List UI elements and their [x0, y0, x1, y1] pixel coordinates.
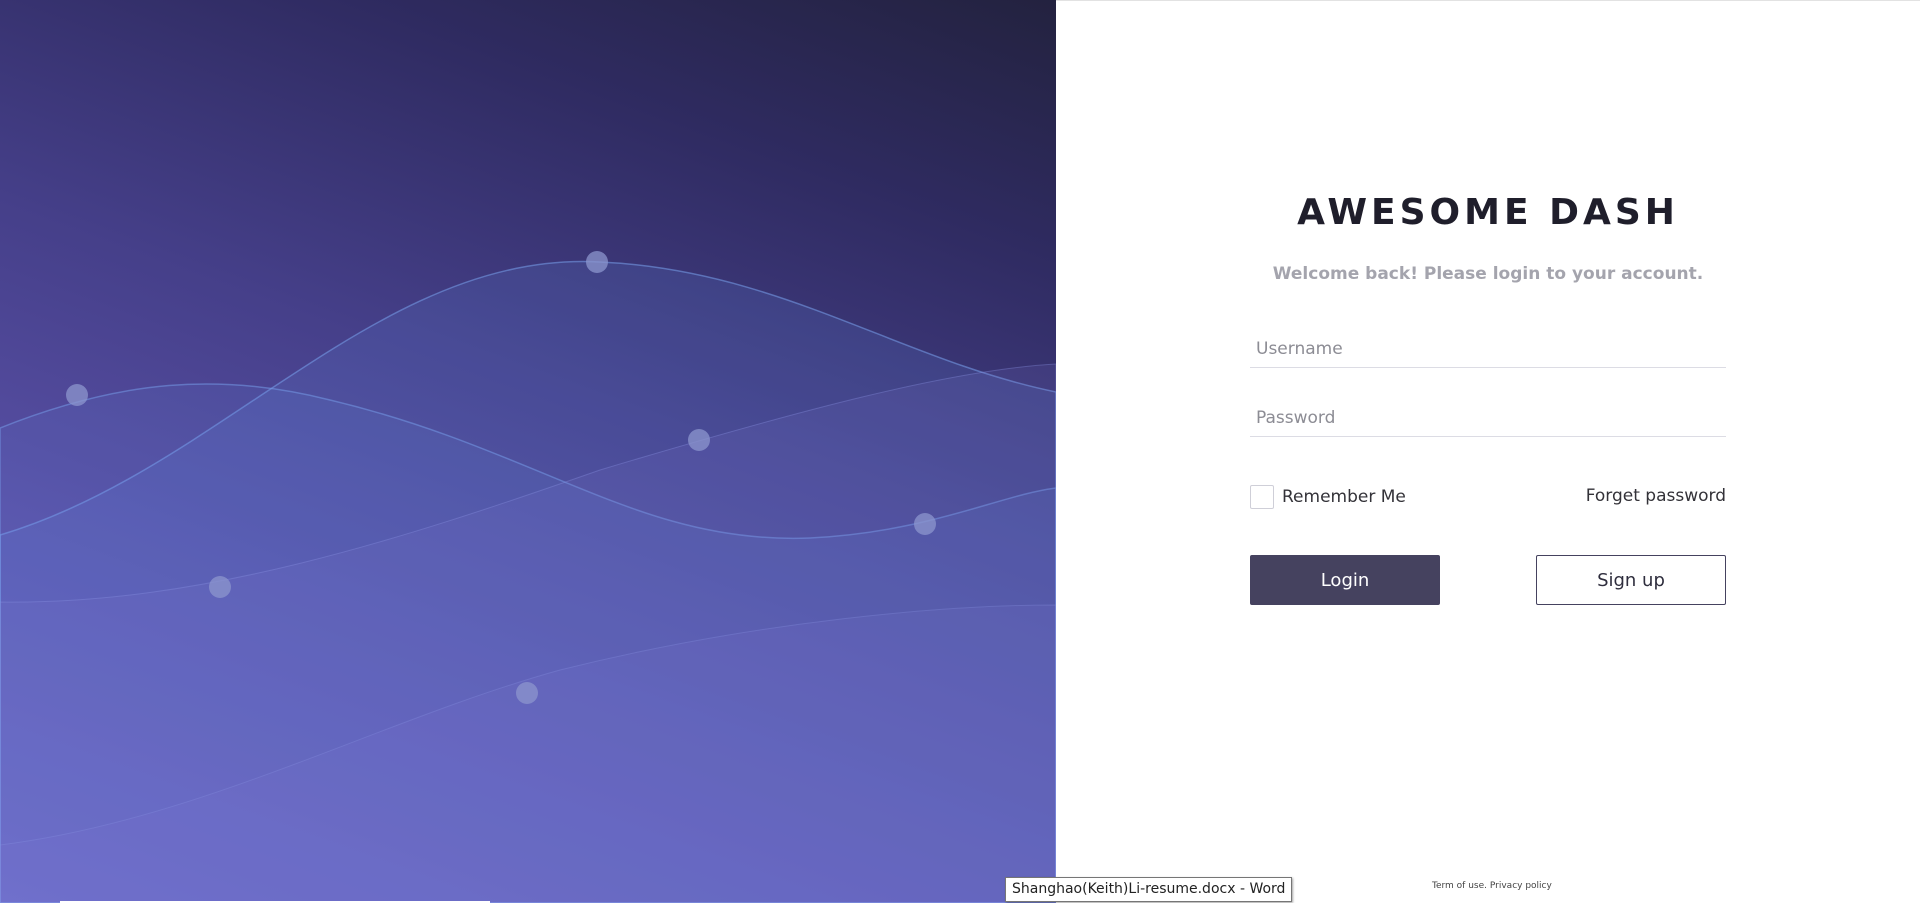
taskbar-tooltip: Shanghao(Keith)Li-resume.docx - Word: [1005, 877, 1293, 902]
login-panel: [1056, 0, 1920, 903]
wave-illustration: [0, 251, 1056, 903]
remember-me-label: Remember Me: [1282, 487, 1406, 507]
privacy-link[interactable]: Privacy policy: [1490, 881, 1552, 891]
hero-background: [0, 0, 1056, 903]
signup-button[interactable]: Sign up: [1536, 555, 1726, 605]
terms-link[interactable]: Term of use.: [1432, 881, 1487, 891]
forget-password-link[interactable]: Forget password: [1560, 486, 1726, 506]
username-input[interactable]: [1250, 330, 1726, 368]
welcome-message: Welcome back! Please login to your accou…: [1272, 264, 1704, 284]
footer-links: Term of use. Privacy policy: [1432, 881, 1552, 891]
remember-me-checkbox[interactable]: [1250, 485, 1274, 509]
app-title: AWESOME DASH: [1297, 192, 1679, 233]
password-input[interactable]: [1250, 399, 1726, 437]
login-button[interactable]: Login: [1250, 555, 1440, 605]
remember-me-toggle[interactable]: Remember Me: [1250, 484, 1406, 510]
